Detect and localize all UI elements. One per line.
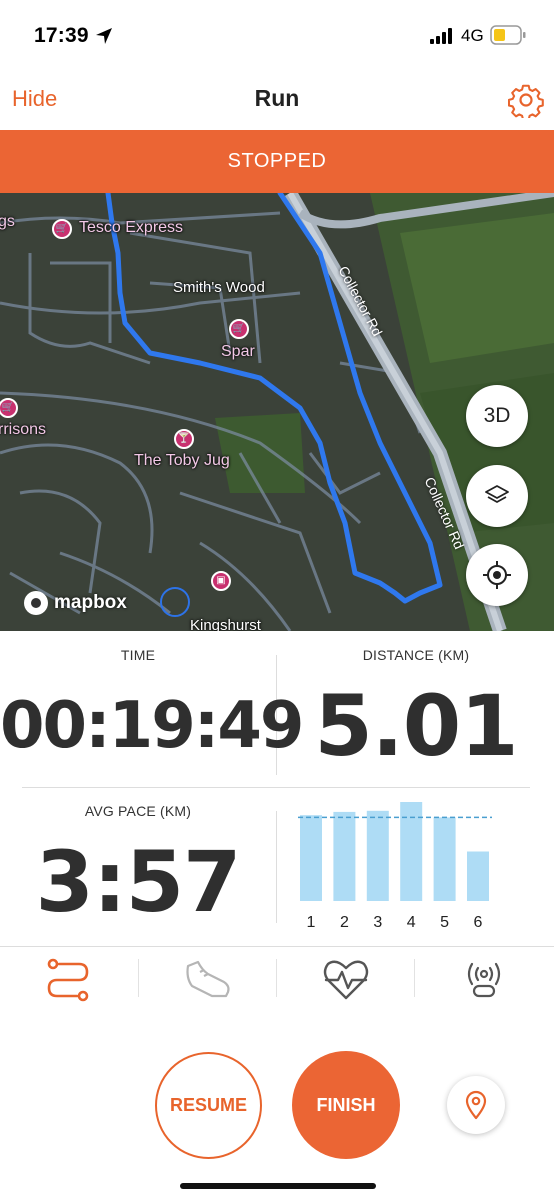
split-label-1: 1 — [306, 914, 316, 931]
drop-pin-button[interactable] — [447, 1076, 505, 1134]
tab-heart-rate[interactable] — [316, 953, 376, 1005]
nav-header: Hide Run — [0, 70, 554, 130]
split-bar-5 — [433, 817, 456, 901]
tab-separator — [276, 959, 277, 997]
poi-label-spar[interactable]: Spar — [221, 343, 255, 361]
area-label-kingshurst: Kingshurst — [190, 617, 261, 631]
tab-sensors[interactable] — [454, 953, 514, 1005]
distance-label: DISTANCE (KM) — [362, 647, 470, 663]
route-icon — [47, 958, 89, 1002]
route-map[interactable]: 🛒 Tesco Express gs Smith's Wood 🛒 Spar 🛒… — [0, 193, 554, 631]
split-label-6: 6 — [473, 914, 483, 931]
network-type: 4G — [461, 26, 484, 45]
tab-separator — [414, 959, 415, 997]
location-arrow-icon — [96, 28, 112, 44]
page-title: Run — [254, 85, 300, 111]
mapbox-wordmark: mapbox — [54, 592, 127, 613]
map-pin-icon — [465, 1090, 487, 1120]
split-bar-2 — [333, 811, 356, 901]
split-label-5: 5 — [440, 914, 450, 931]
time-label: TIME — [120, 647, 156, 663]
poi-label-arrisons[interactable]: rrisons — [0, 421, 46, 439]
status-time: 17:39 — [34, 24, 89, 47]
school-pin-icon[interactable]: ▣ — [211, 571, 231, 591]
split-label-3: 3 — [373, 914, 383, 931]
shoe-icon — [186, 960, 230, 998]
crosshair-icon — [483, 561, 511, 589]
split-label-4: 4 — [406, 914, 416, 931]
stats-divider — [276, 811, 277, 923]
avg-pace-value: 3:57 — [35, 833, 242, 931]
split-label-2: 2 — [339, 914, 349, 931]
finish-button[interactable]: FINISH — [292, 1051, 400, 1159]
resume-button[interactable]: RESUME — [155, 1052, 262, 1159]
shop-pin-icon[interactable]: 🛒 — [229, 319, 249, 339]
mapbox-logo-icon — [24, 591, 48, 615]
sensor-icon — [467, 962, 501, 998]
home-indicator — [180, 1183, 376, 1189]
settings-gear-icon[interactable] — [508, 82, 544, 118]
recenter-location-button[interactable] — [466, 544, 528, 606]
status-bar: 17:39 4G — [0, 0, 554, 70]
heart-rate-icon — [323, 960, 369, 1000]
run-status-banner: STOPPED — [0, 130, 554, 193]
map-layers-button[interactable] — [466, 465, 528, 527]
poi-label-gs: gs — [0, 213, 15, 230]
run-stats-panel: TIME 00:19:49 DISTANCE (KM) 5.01 AVG PAC… — [0, 631, 554, 947]
stats-divider — [22, 787, 530, 788]
mapbox-logo: mapbox — [24, 591, 127, 615]
distance-value: 5.01 — [314, 677, 518, 775]
shop-pin-icon[interactable]: 🛒 — [52, 219, 72, 239]
time-value: 00:19:49 — [0, 689, 304, 763]
layers-icon — [485, 485, 509, 503]
area-label-smiths-wood: Smith's Wood — [173, 279, 265, 296]
battery-icon — [490, 25, 526, 45]
km-splits-chart — [298, 802, 492, 901]
poi-label-tesco[interactable]: Tesco Express — [79, 219, 183, 237]
split-bar-1 — [300, 815, 322, 901]
avg-pace-label: AVG PACE (KM) — [84, 803, 192, 819]
split-bar-3 — [366, 810, 389, 901]
toggle-3d-label: 3D — [483, 404, 511, 427]
cellular-signal-icon — [430, 28, 452, 44]
pub-pin-icon[interactable]: 🍸 — [174, 429, 194, 449]
tab-separator — [138, 959, 139, 997]
toggle-3d-button[interactable]: 3D — [466, 385, 528, 447]
attribution-info-icon[interactable] — [160, 587, 190, 617]
poi-label-toby-jug[interactable]: The Toby Jug — [134, 452, 230, 470]
tab-route[interactable] — [38, 953, 98, 1005]
split-bar-6 — [467, 851, 489, 901]
tab-bar — [0, 946, 554, 1011]
tab-shoe[interactable] — [178, 953, 238, 1005]
